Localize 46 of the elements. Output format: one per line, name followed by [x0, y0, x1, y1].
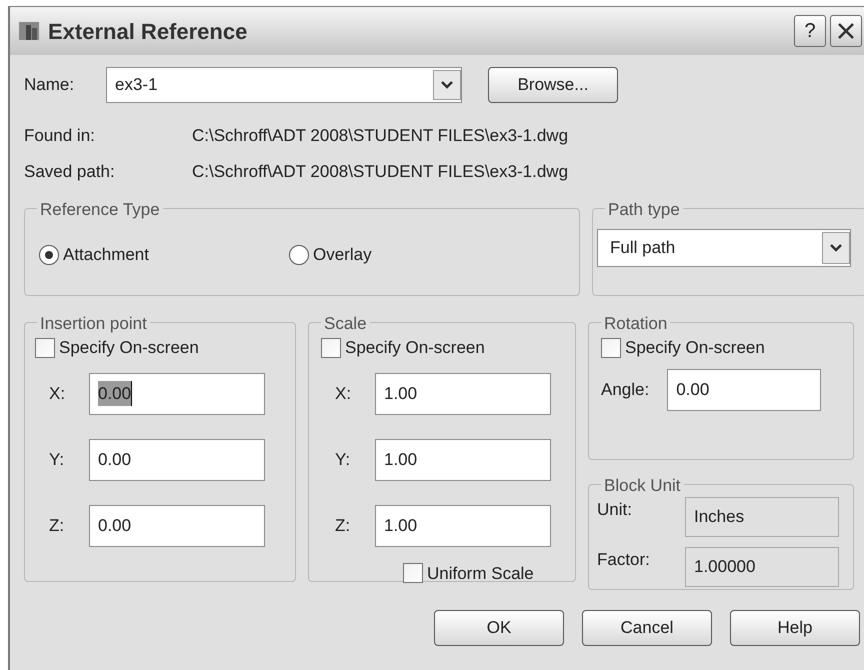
- readonly-field: Inches: [685, 497, 839, 537]
- radio-button[interactable]: [289, 245, 309, 265]
- close-icon: [837, 22, 855, 40]
- checkbox[interactable]: [403, 563, 423, 584]
- path-value: C:\Schroff\ADT 2008\STUDENT FILES\ex3-1.dwg: [192, 160, 568, 182]
- help-button[interactable]: ?: [794, 15, 826, 47]
- field-label: Unit:: [597, 499, 633, 521]
- text-field[interactable]: 0.00: [667, 368, 822, 410]
- field-label: Y:: [335, 448, 352, 471]
- text-field[interactable]: 1.00: [375, 372, 551, 414]
- info-label: Found in:: [24, 125, 96, 147]
- field-label: X:: [49, 382, 66, 405]
- radio-label: Attachment: [63, 244, 149, 266]
- field-label: Z:: [335, 514, 352, 537]
- dialog-button[interactable]: Cancel: [582, 610, 712, 646]
- text-field[interactable]: 0.00: [89, 372, 265, 414]
- info-label: Saved path:: [24, 160, 116, 182]
- field-label: X:: [335, 382, 352, 405]
- checkbox[interactable]: [321, 338, 341, 358]
- text-field[interactable]: 1.00: [375, 504, 551, 546]
- close-button[interactable]: [830, 15, 862, 47]
- field-label: Z:: [49, 514, 66, 537]
- dialog-button[interactable]: OK: [434, 610, 564, 646]
- checkbox-label: Specify On-screen: [345, 337, 485, 359]
- dialog-button[interactable]: Help: [730, 610, 860, 646]
- radio-label: Overlay: [313, 244, 372, 266]
- window-icon: [18, 20, 40, 42]
- field-label: Factor:: [597, 549, 651, 571]
- checkbox-label: Uniform Scale: [427, 562, 534, 584]
- text-field[interactable]: 1.00: [375, 438, 551, 480]
- checkbox[interactable]: [35, 338, 55, 358]
- field-label: Y:: [49, 448, 66, 471]
- text-field[interactable]: 0.00: [89, 438, 265, 480]
- checkbox-label: Specify On-screen: [625, 337, 765, 359]
- checkbox-label: Specify On-screen: [59, 337, 199, 359]
- name-combo-box[interactable]: ex3-1: [106, 67, 462, 103]
- readonly-field: 1.00000: [685, 547, 839, 587]
- path-type-dropdown[interactable]: Full path: [597, 229, 851, 267]
- dialog-button[interactable]: Browse...: [488, 67, 618, 103]
- path-value: C:\Schroff\ADT 2008\STUDENT FILES\ex3-1.dwg: [192, 125, 568, 147]
- window-title: External Reference: [48, 18, 248, 46]
- field-label: Name:: [24, 74, 76, 96]
- checkbox[interactable]: [601, 338, 621, 358]
- text-field[interactable]: 0.00: [89, 504, 265, 546]
- radio-button[interactable]: [39, 245, 59, 265]
- field-label: Angle:: [601, 378, 650, 401]
